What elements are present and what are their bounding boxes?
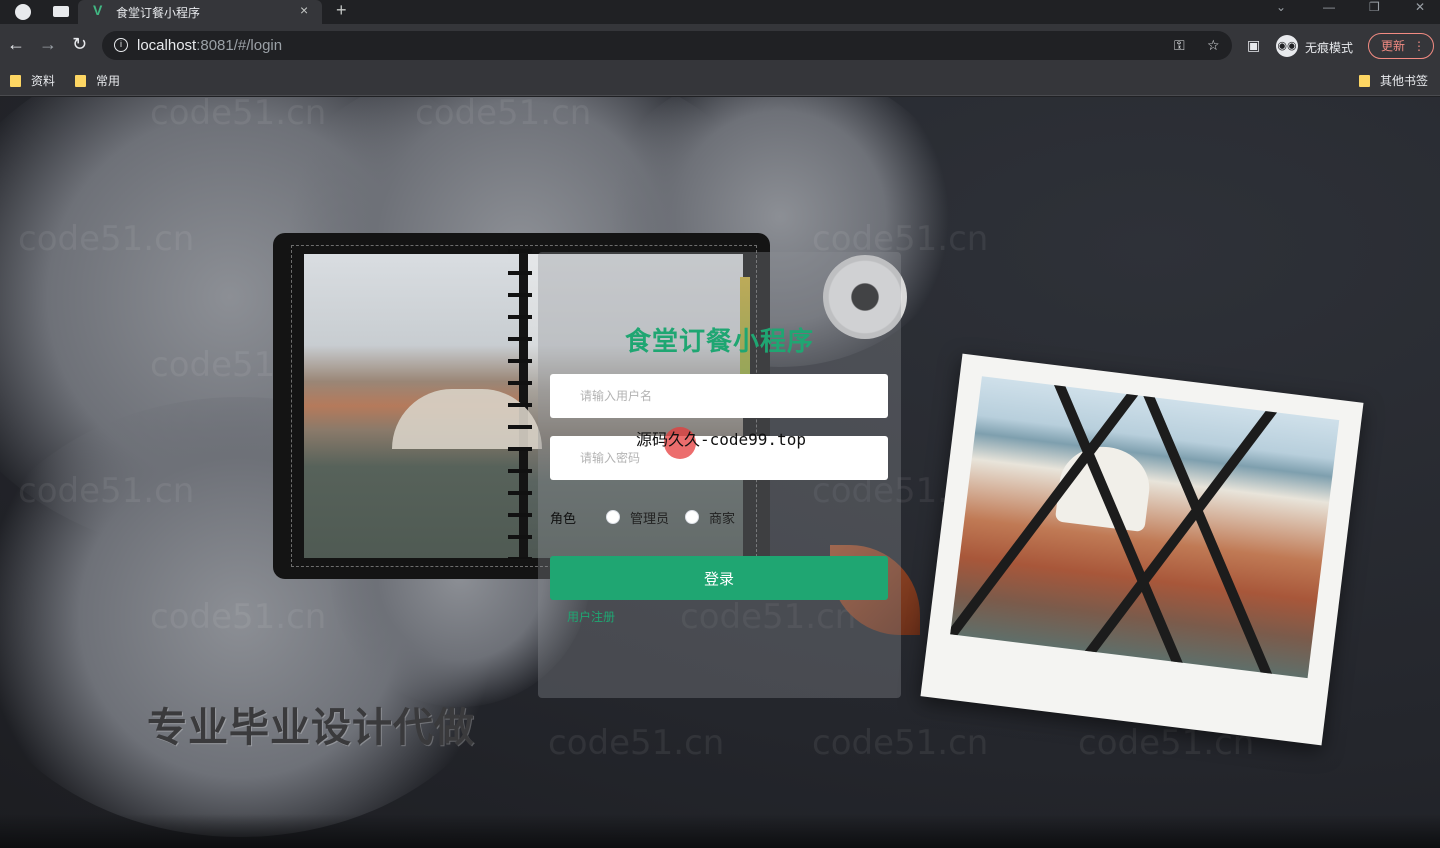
watermark: code51.cn [415,93,592,133]
tab-close-icon[interactable]: × [300,2,308,18]
login-button[interactable]: 登录 [550,556,888,600]
side-panel-icon[interactable]: ▣ [1247,37,1260,54]
watermark: code51.cn [18,219,195,259]
watermark: code51.cn [150,93,327,133]
update-label: 更新 [1381,39,1406,53]
site-info-icon[interactable]: i [114,38,128,52]
bookmark-label: 常用 [96,74,121,88]
username-input[interactable] [550,374,888,418]
role-radio-merchant[interactable] [685,510,699,524]
tab-search-icon[interactable]: ⌄ [1276,0,1286,14]
bookmark-item[interactable]: 常用 [75,72,120,89]
source-watermark-text: 源码久久-code99.top [636,430,806,449]
folder-icon [75,74,86,87]
login-title: 食堂订餐小程序 [624,327,814,357]
new-tab-button[interactable]: + [336,0,347,21]
incognito-label: 无痕模式 [1305,41,1354,55]
role-radio-admin[interactable] [606,510,620,524]
role-option-label[interactable]: 商家 [709,508,735,527]
venice-cityscape [950,376,1340,679]
vue-icon: V [93,2,103,18]
grass-silhouette [0,814,1440,848]
slogan-text: 专业毕业设计代做 [147,705,475,751]
other-bookmarks[interactable]: 其他书签 [1359,72,1428,89]
folder-icon [1359,74,1370,87]
restore-icon[interactable]: ❐ [1369,0,1380,14]
register-link[interactable]: 用户注册 [567,608,615,625]
polaroid-photo [920,353,1364,746]
back-icon[interactable]: ← [7,34,25,55]
key-icon[interactable]: ⚿ [1174,37,1185,54]
other-bookmarks-label: 其他书签 [1380,74,1429,88]
tab-title: 食堂订餐小程序 [116,6,201,20]
bookmark-label: 资料 [31,74,56,88]
watermark: code51.cn [150,597,327,637]
watermark: code51.cn [548,723,725,763]
role-option-label[interactable]: 管理员 [630,508,669,527]
bookmarks-bar [0,66,1440,96]
bookmark-star-icon[interactable]: ☆ [1207,37,1220,54]
watermark: code51.cn [18,471,195,511]
url-text[interactable]: localhost:8081/#/login [137,37,282,54]
watermark: code51.cn [812,723,989,763]
close-window-icon[interactable]: ✕ [1415,0,1425,14]
reload-icon[interactable]: ↻ [72,34,87,55]
bookmark-item[interactable]: 资料 [10,72,55,89]
notebook-spiral [508,249,532,559]
globe-icon[interactable] [15,4,31,20]
minimize-icon[interactable]: — [1323,0,1335,14]
update-button[interactable]: 更新 ⋮ [1368,33,1434,59]
incognito-icon[interactable]: ◉◉ [1276,35,1298,57]
forward-icon[interactable]: → [39,34,57,55]
menu-dots-icon: ⋮ [1413,39,1425,53]
role-label: 角色 [550,512,577,527]
tab-group-icon[interactable] [53,6,69,17]
folder-icon [10,74,21,87]
